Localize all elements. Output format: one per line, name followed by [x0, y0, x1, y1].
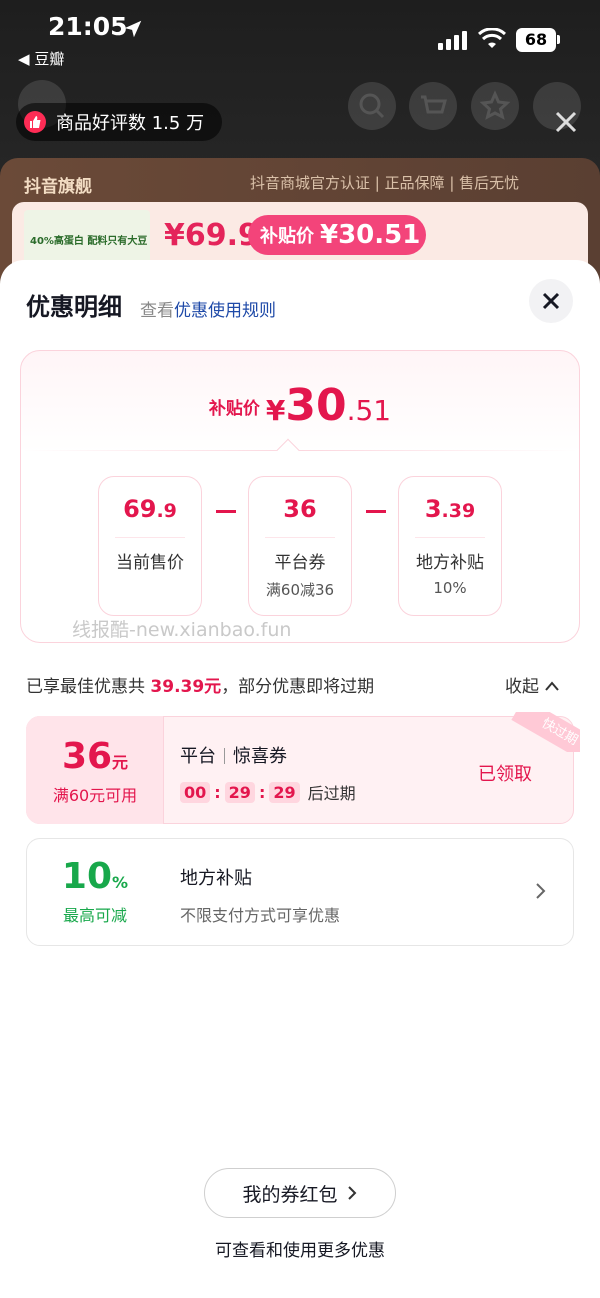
shop-badges: 抖音商城官方认证 | 正品保障 | 售后无忧	[250, 174, 520, 192]
sheet-title: 优惠明细	[26, 293, 122, 321]
subsidy-name: 地方补贴	[180, 868, 252, 889]
summary-amount: 39.39元	[150, 677, 222, 697]
final-price-label: 补贴价	[208, 399, 260, 419]
current-price-box: 69.9 当前售价	[98, 476, 202, 616]
ribbon-text: 快过期	[511, 712, 580, 752]
expiring-ribbon: 快过期	[500, 712, 580, 752]
timer-suffix: 后过期	[307, 784, 356, 803]
subsidy-condition: 最高可减	[62, 906, 127, 925]
savings-summary: 已享最佳优惠共 39.39元，部分优惠即将过期	[26, 672, 374, 697]
coupon-amount-unit: 元	[112, 753, 129, 772]
review-toast: 商品好评数 1.5 万	[16, 103, 223, 141]
search-icon	[359, 93, 385, 119]
subsidy-price: ¥30.51	[320, 220, 421, 250]
rules-link[interactable]: 优惠使用规则	[174, 301, 276, 321]
box-value-int: 36	[283, 495, 317, 523]
collapse-label: 收起	[505, 677, 539, 697]
local-subsidy-box: 3.39 地方补贴 10%	[398, 476, 502, 616]
collapse-toggle[interactable]: 收起	[505, 672, 560, 697]
subsidy-rate-number: 10	[61, 856, 113, 897]
my-coupons-button[interactable]: 我的券红包	[204, 1168, 396, 1218]
coupon-condition: 满60元可用	[52, 786, 138, 805]
rules-link-row[interactable]: 查看优惠使用规则	[140, 296, 276, 321]
favorite-button[interactable]	[471, 82, 519, 130]
coupon-amount: 36元	[26, 736, 164, 777]
subsidy-label: 补贴价	[260, 226, 314, 247]
close-icon	[542, 292, 560, 310]
subsidy-rate: 10%	[26, 856, 164, 897]
coupon-amount-number: 36	[61, 736, 113, 777]
back-to-app-link[interactable]: ◀ 豆瓣	[18, 48, 64, 69]
coupon-source: 平台	[180, 746, 216, 767]
watermark: 线报酷-new.xianbao.fun	[72, 619, 292, 641]
product-banner-text: 40%高蛋白 配料只有大豆	[30, 236, 148, 247]
box-label: 当前售价	[116, 553, 184, 573]
minus-sign	[216, 510, 236, 513]
box-value-int: 3	[424, 495, 442, 523]
chevron-up-icon	[545, 681, 560, 691]
search-button[interactable]	[348, 82, 396, 130]
summary-prefix: 已享最佳优惠共	[26, 677, 145, 697]
timer-seconds: 29	[269, 781, 300, 803]
wallet-hint: 可查看和使用更多优惠	[215, 1241, 385, 1261]
battery-indicator: 68	[516, 28, 556, 52]
timer-hours: 00	[180, 781, 211, 803]
battery-tip	[557, 35, 560, 44]
summary-suffix: ，部分优惠即将过期	[221, 677, 375, 697]
close-sheet-button[interactable]	[529, 279, 573, 323]
platform-coupon-box: 36 平台券 满60减36	[248, 476, 352, 616]
view-prefix: 查看	[140, 301, 174, 321]
chevron-right-icon	[347, 1186, 356, 1200]
box-label: 平台券	[274, 553, 326, 573]
close-icon[interactable]	[552, 108, 580, 136]
box-value-dec: .39	[441, 500, 476, 522]
coupon-status: 已领取	[478, 764, 532, 785]
subsidy-pill: 补贴价 ¥30.51	[248, 215, 426, 255]
box-value-dec: .9	[156, 500, 177, 522]
box-sub: 10%	[433, 579, 467, 597]
coupon-name: 平台 惊喜券	[180, 742, 287, 768]
minus-sign	[366, 510, 386, 513]
countdown-timer: 00:29:29 后过期	[180, 780, 356, 804]
subsidy-rate-unit: %	[112, 873, 129, 892]
final-price-integer: 30	[285, 380, 347, 431]
chevron-right-icon[interactable]	[532, 882, 548, 900]
box-value-int: 69	[123, 495, 157, 523]
product-price: ¥69.9	[164, 218, 259, 253]
shop-title: 抖音旗舰	[24, 177, 92, 197]
cellular-signal-icon	[438, 31, 467, 50]
status-time: 21:05	[48, 12, 128, 41]
final-price: 补贴价 ¥30.51	[0, 380, 600, 431]
coupon-type: 惊喜券	[233, 746, 287, 767]
divider	[24, 450, 576, 451]
back-triangle-icon: ◀	[18, 50, 35, 68]
cart-button[interactable]	[409, 82, 457, 130]
timer-minutes: 29	[224, 781, 255, 803]
final-price-yen: ¥	[265, 394, 286, 427]
back-app-label: 豆瓣	[34, 50, 65, 68]
thumbs-up-icon	[24, 111, 46, 133]
wifi-icon	[478, 28, 506, 48]
location-arrow-icon	[124, 20, 142, 38]
toast-text: 商品好评数 1.5 万	[56, 113, 205, 134]
subsidy-desc: 不限支付方式可享优惠	[180, 906, 341, 925]
box-sub: 满60减36	[265, 581, 335, 599]
box-label: 地方补贴	[416, 553, 484, 573]
final-price-decimal: .51	[346, 394, 392, 427]
cart-icon	[421, 95, 447, 114]
my-coupons-label: 我的券红包	[242, 1183, 338, 1206]
star-icon	[479, 90, 511, 120]
